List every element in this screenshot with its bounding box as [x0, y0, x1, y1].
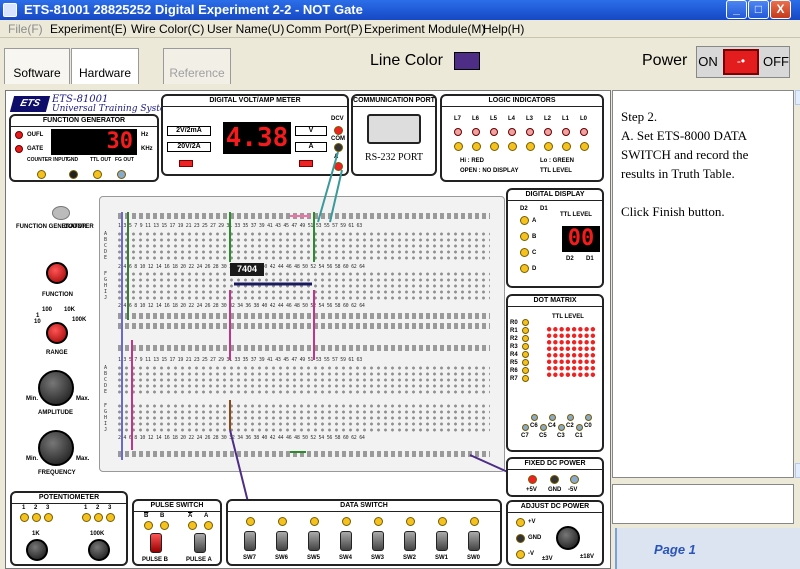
- page-label: Page 1: [654, 542, 696, 557]
- pot1-pin1: 1: [22, 505, 26, 511]
- data-switch-label-sw0: SW0: [467, 555, 481, 561]
- pulse-a-bar-jack[interactable]: [188, 521, 197, 530]
- data-switch-label-sw3: SW3: [371, 555, 385, 561]
- wire-teal-com: [329, 169, 343, 223]
- data-switch-label-sw1: SW1: [435, 555, 449, 561]
- data-switch-label-sw7: SW7: [243, 555, 257, 561]
- data-switch-jack-sw7[interactable]: [246, 517, 255, 526]
- pot-title: POTENTIOMETER: [12, 493, 126, 504]
- pot1-jack1[interactable]: [20, 513, 29, 522]
- data-switch-sw0[interactable]: [468, 531, 480, 551]
- pot-100k-knob[interactable]: [88, 539, 110, 561]
- pot1-pin3: 3: [46, 505, 50, 511]
- instructions-text: Step 2. A. Set ETS-8000 DATA SWITCH and …: [621, 109, 749, 219]
- pot2-pin1: 1: [84, 505, 88, 511]
- plus5v-label: +5V: [526, 487, 537, 493]
- data-switch-panel: DATA SWITCH SW7 SW6 SW5 SW4 SW3 SW2 SW1 SW0: [226, 499, 502, 566]
- gnd-adjust-jack[interactable]: [516, 534, 525, 543]
- pulse-b-bar-label: B: [144, 513, 149, 519]
- potentiometer-panel: POTENTIOMETER 1 2 3 1 2 3 1K 100K: [10, 491, 128, 566]
- minus5v-jack[interactable]: [570, 475, 579, 484]
- data-switch-sw4[interactable]: [340, 531, 352, 551]
- data-switch-jack-sw0[interactable]: [470, 517, 479, 526]
- pot2-jack1[interactable]: [82, 513, 91, 522]
- minusv-label: -V: [528, 551, 534, 557]
- pulse-title: PULSE SWITCH: [134, 501, 220, 512]
- adjust-dc-power-panel: ADJUST DC POWER +V GND -V ±3V ±18V: [506, 500, 604, 566]
- data-switch-sw7[interactable]: [244, 531, 256, 551]
- data-switch-label-sw4: SW4: [339, 555, 353, 561]
- gnd-fixed-label: GND: [548, 487, 562, 493]
- data-switch-sw3[interactable]: [372, 531, 384, 551]
- minus5v-label: -5V: [568, 487, 578, 493]
- fixed-power-title: FIXED DC POWER: [508, 459, 602, 470]
- data-switch-sw2[interactable]: [404, 531, 416, 551]
- data-switch-jack-sw1[interactable]: [438, 517, 447, 526]
- pot1-jack2[interactable]: [32, 513, 41, 522]
- data-switch-sw6[interactable]: [276, 531, 288, 551]
- pulse-switch-panel: PULSE SWITCH B B A A PULSE B PULSE A: [132, 499, 222, 566]
- pot2-pin2: 2: [96, 505, 100, 511]
- pulse-a-label: A: [204, 513, 209, 519]
- gnd-fixed-jack[interactable]: [550, 475, 559, 484]
- pulse-a-bottom-label: PULSE A: [186, 557, 212, 563]
- pot1-jack3[interactable]: [44, 513, 53, 522]
- results-box: [612, 484, 794, 524]
- plusv-jack[interactable]: [516, 518, 525, 527]
- pulse-a-bar-label: A: [188, 513, 193, 519]
- scroll-up-icon[interactable]: ▲: [795, 90, 800, 105]
- data-switch-title: DATA SWITCH: [228, 501, 500, 512]
- gnd-adjust-label: GND: [528, 535, 542, 541]
- pot1-pin2: 2: [34, 505, 38, 511]
- pot2-jack3[interactable]: [106, 513, 115, 522]
- plus5v-jack[interactable]: [528, 475, 537, 484]
- adjust-max-label: ±18V: [580, 554, 594, 560]
- adjust-power-title: ADJUST DC POWER: [508, 502, 602, 513]
- fixed-dc-power-panel: FIXED DC POWER +5V GND -5V: [506, 457, 604, 497]
- scroll-down-icon[interactable]: ▼: [795, 463, 800, 478]
- data-switch-label-sw5: SW5: [307, 555, 321, 561]
- data-switch-sw5[interactable]: [308, 531, 320, 551]
- pot2-jack2[interactable]: [94, 513, 103, 522]
- pot2-pin3: 3: [108, 505, 112, 511]
- data-switch-jack-sw2[interactable]: [406, 517, 415, 526]
- adjust-voltage-knob[interactable]: [556, 526, 580, 550]
- minusv-jack[interactable]: [516, 550, 525, 559]
- pulse-a-button[interactable]: [194, 533, 206, 553]
- pulse-a-jack[interactable]: [204, 521, 213, 530]
- data-switch-jack-sw5[interactable]: [310, 517, 319, 526]
- wire-teal-dcv: [317, 151, 339, 223]
- instructions-scrollbar[interactable]: ▲ ▼: [795, 90, 800, 478]
- pot-1k-knob[interactable]: [26, 539, 48, 561]
- pulse-b-bottom-label: PULSE B: [142, 557, 169, 563]
- pulse-b-label: B: [160, 513, 165, 519]
- data-switch-sw1[interactable]: [436, 531, 448, 551]
- data-switch-label-sw2: SW2: [403, 555, 417, 561]
- page-frame: [615, 528, 800, 569]
- adjust-min-label: ±3V: [542, 556, 553, 562]
- instructions-pane: Step 2. A. Set ETS-8000 DATA SWITCH and …: [612, 90, 794, 478]
- data-switch-label-sw6: SW6: [275, 555, 289, 561]
- pulse-b-button[interactable]: [150, 533, 162, 553]
- data-switch-jack-sw4[interactable]: [342, 517, 351, 526]
- pulse-b-jack[interactable]: [160, 521, 169, 530]
- data-switch-jack-sw6[interactable]: [278, 517, 287, 526]
- pot-100k-label: 100K: [90, 531, 105, 537]
- plusv-label: +V: [528, 519, 536, 525]
- pulse-b-bar-jack[interactable]: [144, 521, 153, 530]
- pot-1k-label: 1K: [32, 531, 40, 537]
- data-switch-jack-sw3[interactable]: [374, 517, 383, 526]
